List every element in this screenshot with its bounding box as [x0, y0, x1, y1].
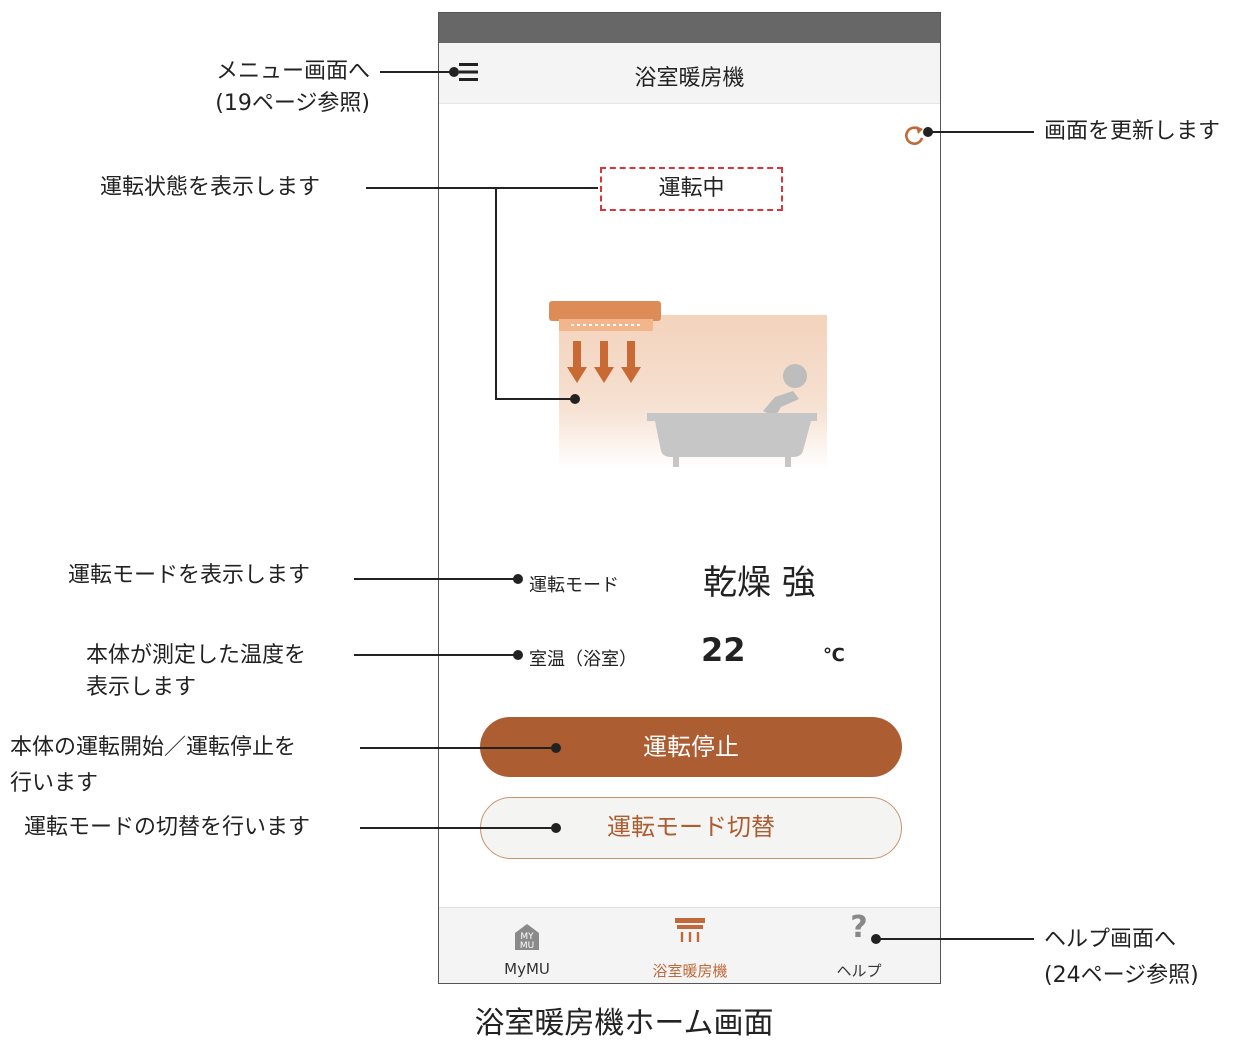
leader-status-dot [570, 394, 580, 404]
leader-start-stop-dot [551, 743, 561, 753]
mymu-icon-text-bottom: MU [520, 941, 534, 951]
mode-value: 乾燥 強 [703, 563, 816, 603]
tab-help[interactable]: ? ヘルプ [779, 908, 939, 983]
temp-value: 22 [701, 631, 746, 669]
bath-heater-illustration [549, 301, 827, 469]
callout-menu: メニュー画面へ (19ページ参照) [150, 56, 370, 120]
callout-menu-line1: メニュー画面へ [215, 59, 370, 84]
leader-mode-dot [513, 574, 523, 584]
leader-refresh-dot [923, 127, 933, 137]
leader-help [876, 938, 1034, 940]
leader-mode-switch [360, 827, 556, 829]
callout-menu-line2: (19ページ参照) [215, 91, 370, 116]
temp-unit: ℃ [823, 645, 845, 666]
leader-menu-dot [449, 67, 459, 77]
callout-mode: 運転モードを表示します [68, 563, 311, 588]
app-header: 浴室暖房機 [439, 43, 940, 104]
callout-help: ヘルプ画面へ (24ページ参照) [1044, 924, 1199, 992]
callout-start-stop-line1: 本体の運転開始／運転停止を [10, 735, 297, 760]
mymu-icon: MY MU [515, 924, 539, 951]
callout-refresh: 画面を更新します [1044, 119, 1221, 144]
tab-mymu-label: MyMU [504, 960, 550, 978]
leader-temp [354, 654, 518, 656]
callout-start-stop-line2: 行います [10, 771, 99, 796]
leader-mode [354, 578, 518, 580]
leader-status-h [366, 187, 598, 189]
callout-status: 運転状態を表示します [100, 175, 321, 200]
callout-temp-line2: 表示します [86, 675, 197, 700]
callout-help-line2: (24ページ参照) [1044, 963, 1199, 988]
leader-menu [380, 71, 454, 73]
tab-mymu[interactable]: MY MU MyMU [447, 908, 607, 983]
leader-status-v [495, 187, 497, 399]
leader-refresh [928, 131, 1034, 133]
callout-temp-line1: 本体が測定した温度を [86, 643, 307, 668]
help-icon: ? [850, 910, 868, 945]
tab-bar: MY MU MyMU 浴室暖房機 ? ヘルプ [439, 907, 940, 983]
tab-bath-heater[interactable]: 浴室暖房機 [610, 908, 770, 983]
leader-temp-dot [513, 650, 523, 660]
leader-status-h2 [495, 398, 575, 400]
callout-temp: 本体が測定した温度を 表示します [86, 640, 306, 704]
leader-mode-switch-dot [551, 823, 561, 833]
leader-help-dot [871, 934, 881, 944]
status-bar [439, 13, 940, 43]
refresh-icon[interactable] [901, 123, 927, 149]
mode-label: 運転モード [529, 575, 619, 596]
bath-heater-icon [675, 918, 705, 942]
callout-help-line1: ヘルプ画面へ [1044, 927, 1177, 952]
phone-screen: 浴室暖房機 運転中 運転モード 乾燥 強 室温（浴室） 22 ℃ 運転停止 運転… [438, 12, 941, 984]
page-title: 浴室暖房機 [634, 66, 745, 91]
callout-mode-switch: 運転モードの切替を行います [24, 815, 311, 840]
tab-help-label: ヘルプ [836, 962, 882, 980]
leader-start-stop [360, 747, 556, 749]
tab-bath-heater-label: 浴室暖房機 [652, 962, 728, 980]
figure-caption: 浴室暖房機ホーム画面 [474, 1006, 774, 1041]
status-badge: 運転中 [600, 167, 783, 211]
temp-label: 室温（浴室） [529, 649, 637, 670]
callout-start-stop: 本体の運転開始／運転停止を 行います [10, 732, 296, 800]
